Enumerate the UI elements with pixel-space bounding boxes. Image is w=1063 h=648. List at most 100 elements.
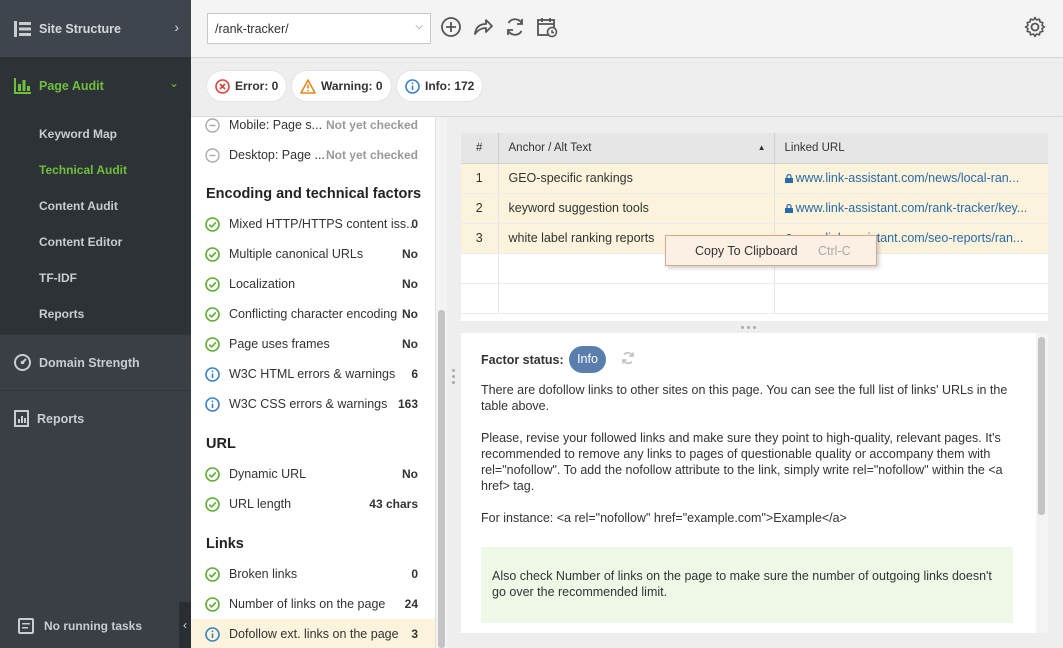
factor-detail-panel: Factor status: Info There are dofollow l… <box>461 333 1048 633</box>
tasks-icon <box>18 618 34 634</box>
tasks-status[interactable]: No running tasks <box>0 604 191 648</box>
row-url-cell[interactable]: www.link-assistant.com/rank-tracker/key.… <box>774 193 1048 224</box>
factor-row[interactable]: W3C CSS errors & warnings 163 <box>191 389 435 419</box>
refresh-icon[interactable] <box>503 15 527 39</box>
factor-name: Desktop: Page ... <box>229 148 325 162</box>
check-icon <box>205 336 220 352</box>
info-filter-badge[interactable]: Info: 172 <box>397 71 483 101</box>
factor-value: No <box>402 467 418 481</box>
error-icon <box>215 78 230 94</box>
nav-keyword-map[interactable]: Keyword Map <box>0 116 191 152</box>
factor-row[interactable]: Desktop: Page ... Not yet checked <box>191 140 435 170</box>
copy-to-clipboard-menu-item[interactable]: Copy To Clipboard <box>695 244 798 258</box>
factor-row[interactable]: Broken links 0 <box>191 559 435 589</box>
factor-value: 6 <box>411 367 418 381</box>
factor-value: No <box>402 277 418 291</box>
nav-content-editor[interactable]: Content Editor <box>0 224 191 260</box>
factor-row-selected[interactable]: Dofollow ext. links on the page 3 <box>191 619 435 648</box>
factor-value: Not yet checked <box>325 118 418 132</box>
factor-value: 0 <box>411 217 418 231</box>
factor-value: Not yet checked <box>325 148 418 162</box>
factor-name: URL length <box>229 497 292 511</box>
column-header-linked-url[interactable]: Linked URL <box>774 133 1048 164</box>
section-heading-url: URL <box>206 436 236 452</box>
horizontal-splitter[interactable] <box>461 321 1048 333</box>
factor-row[interactable]: Mobile: Page s... Not yet checked <box>191 117 435 140</box>
factor-name: Mixed HTTP/HTTPS content iss... <box>229 217 417 231</box>
factor-row[interactable]: W3C HTML errors & warnings 6 <box>191 359 435 389</box>
nav-reports-sub[interactable]: Reports <box>0 296 191 332</box>
factor-name: Page uses frames <box>229 337 330 351</box>
nav-site-structure-label: Site Structure <box>39 21 121 36</box>
detail-paragraph-3: For instance: <a rel="nofollow" href="ex… <box>481 511 847 525</box>
gear-icon[interactable] <box>1023 15 1047 39</box>
schedule-icon[interactable] <box>535 15 559 39</box>
info-icon <box>205 396 220 412</box>
column-header-number[interactable]: # <box>461 133 499 164</box>
factor-name: Broken links <box>229 567 298 581</box>
nav-site-structure[interactable]: Site Structure › <box>0 0 191 58</box>
factor-value: No <box>402 337 418 351</box>
factor-list: Mobile: Page s... Not yet checked Deskto… <box>191 117 435 648</box>
nav-domain-strength[interactable]: Domain Strength <box>0 334 191 390</box>
check-icon <box>205 596 220 612</box>
error-filter-badge[interactable]: Error: 0 <box>207 71 287 101</box>
factor-row[interactable]: Localization No <box>191 269 435 299</box>
factor-row[interactable]: Conflicting character encoding No <box>191 299 435 329</box>
toolbar: /rank-tracker/ ⌵ <box>191 0 1063 58</box>
check-icon <box>205 496 220 512</box>
row-url-cell[interactable]: www.link-assistant.com/news/local-ran... <box>774 163 1048 194</box>
factor-value: 24 <box>404 597 418 611</box>
add-icon[interactable] <box>439 15 463 39</box>
factor-row[interactable]: URL length 43 chars <box>191 489 435 519</box>
factor-value: No <box>402 307 418 321</box>
status-summary-bar: Error: 0 Warning: 0 Info: 172 <box>191 58 1063 117</box>
factor-list-scroll-thumb[interactable] <box>438 310 445 648</box>
factor-row[interactable]: Mixed HTTP/HTTPS content iss... 0 <box>191 209 435 239</box>
row-number: 2 <box>461 193 499 224</box>
table-row[interactable]: 1 GEO-specific rankings www.link-assista… <box>461 163 1048 194</box>
warning-filter-badge[interactable]: Warning: 0 <box>292 71 391 101</box>
detail-paragraph-1: There are dofollow links to other sites … <box>481 383 1008 413</box>
sort-asc-icon: ▲ <box>757 143 766 152</box>
vertical-splitter[interactable] <box>447 117 460 648</box>
info-icon <box>205 366 220 382</box>
factor-value: 163 <box>397 397 418 411</box>
nav-tf-idf[interactable]: TF-IDF <box>0 260 191 296</box>
column-header-anchor[interactable]: Anchor / Alt Text ▲ <box>498 133 775 164</box>
lock-icon <box>784 204 793 213</box>
check-icon <box>205 216 220 232</box>
row-anchor: GEO-specific rankings <box>498 163 775 194</box>
not-checked-icon <box>205 117 220 133</box>
factor-name: W3C CSS errors & warnings <box>229 397 388 411</box>
table-row[interactable]: 2 keyword suggestion tools www.link-assi… <box>461 193 1048 224</box>
chevron-down-icon: ⌵ <box>415 21 423 32</box>
nav-content-audit[interactable]: Content Audit <box>0 188 191 224</box>
info-icon <box>405 78 420 94</box>
factor-row[interactable]: Multiple canonical URLs No <box>191 239 435 269</box>
factor-row[interactable]: Dynamic URL No <box>191 459 435 489</box>
links-table: # Anchor / Alt Text ▲ Linked URL 1 GEO-sp… <box>461 133 1048 321</box>
nav-reports[interactable]: Reports <box>0 390 191 446</box>
factor-name: Mobile: Page s... <box>229 118 323 132</box>
factor-name: Localization <box>229 277 296 291</box>
factor-status-label: Factor status: <box>481 353 564 367</box>
nav-domain-strength-label: Domain Strength <box>39 355 140 370</box>
share-icon[interactable] <box>471 15 495 39</box>
row-url: www.link-assistant.com/news/local-ran... <box>795 171 1020 185</box>
grip-dot <box>747 326 750 329</box>
factor-value: No <box>402 247 418 261</box>
recheck-icon[interactable] <box>621 351 635 365</box>
factor-row[interactable]: Page uses frames No <box>191 329 435 359</box>
detail-scroll-thumb[interactable] <box>1038 337 1045 515</box>
collapse-sidebar-button[interactable]: ‹ <box>179 602 191 648</box>
row-anchor: keyword suggestion tools <box>498 193 775 224</box>
factor-row[interactable]: Number of links on the page 24 <box>191 589 435 619</box>
row-number: 3 <box>461 223 499 254</box>
check-icon <box>205 466 220 482</box>
url-select[interactable]: /rank-tracker/ ⌵ <box>207 13 431 44</box>
nav-technical-audit[interactable]: Technical Audit <box>0 152 191 188</box>
factor-name: Number of links on the page <box>229 597 386 611</box>
nav-page-audit[interactable]: Page Audit ⌄ <box>0 58 191 112</box>
grip-dot <box>452 381 455 384</box>
